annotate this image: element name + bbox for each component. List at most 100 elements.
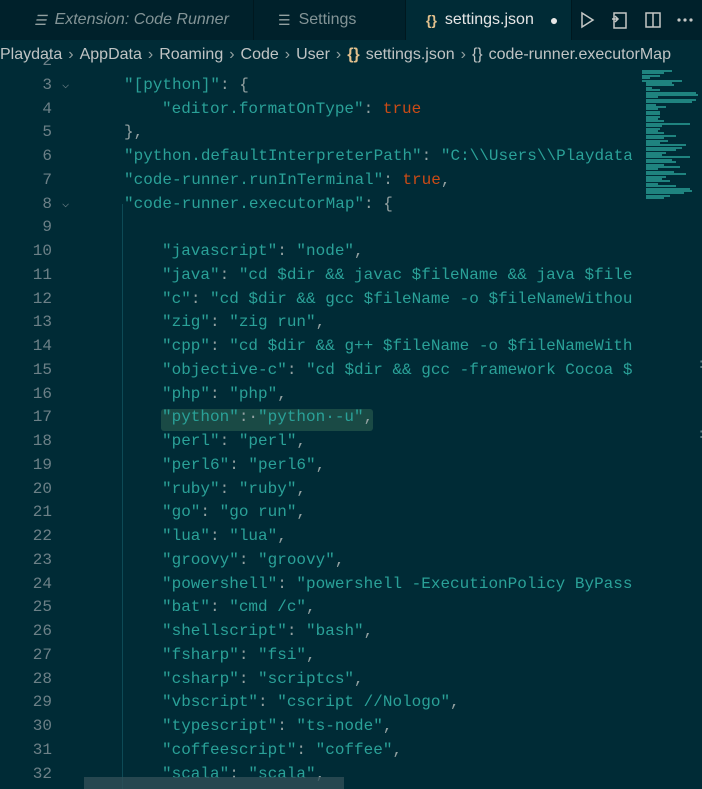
code-line[interactable]: 8 ⌵ "code-runner.executorMap": { bbox=[0, 192, 632, 216]
tab-extension-code-runner[interactable]: ☰ Extension: Code Runner bbox=[0, 0, 254, 40]
split-editor-icon[interactable] bbox=[644, 11, 662, 29]
code-line[interactable]: 5}, bbox=[0, 120, 632, 144]
code-line[interactable]: 15 "objective-c": "cd $dir && gcc -framew… bbox=[0, 358, 632, 382]
unsaved-dot-icon[interactable]: ● bbox=[550, 12, 558, 28]
code-line[interactable]: 2 "workbench.colorTheme": "Solarized Dark… bbox=[0, 57, 632, 73]
json-punctuation: : bbox=[238, 669, 259, 688]
line-number: 14 bbox=[32, 337, 52, 355]
code-text: "perl": "perl", bbox=[162, 429, 632, 453]
json-punctuation: , bbox=[315, 313, 326, 332]
json-string: "bash" bbox=[306, 622, 364, 640]
json-punctuation: , bbox=[277, 384, 287, 403]
json-punctuation: : bbox=[277, 242, 297, 260]
code-line[interactable]: 21 "go": "go run", bbox=[0, 500, 632, 524]
json-punctuation: , bbox=[296, 503, 307, 522]
line-number: 26 bbox=[32, 622, 52, 640]
json-key: "powershell" bbox=[162, 574, 278, 593]
json-punctuation: , bbox=[363, 408, 374, 427]
json-key: "java" bbox=[162, 265, 220, 284]
code-line[interactable]: 14 "cpp": "cd $dir && g++ $fileName -o $f… bbox=[0, 334, 632, 358]
json-key: "[python]" bbox=[124, 75, 221, 94]
line-number: 31 bbox=[32, 740, 52, 759]
tab-settings[interactable]: ☰ Settings bbox=[254, 0, 406, 40]
horizontal-scrollbar[interactable] bbox=[84, 777, 344, 789]
code-line[interactable]: 22 "lua": "lua", bbox=[0, 524, 632, 548]
code-text: "java": "cd $dir && javac $fileName && j… bbox=[162, 263, 632, 287]
json-key: "shellscript" bbox=[162, 622, 287, 640]
json-punctuation: , bbox=[440, 170, 451, 189]
overflow-marker: : bbox=[697, 357, 702, 373]
json-punctuation: : bbox=[219, 479, 239, 498]
json-punctuation: , bbox=[315, 455, 326, 474]
json-punctuation: : { bbox=[364, 194, 393, 213]
code-line[interactable]: 20 "ruby": "ruby", bbox=[0, 477, 632, 501]
more-actions-icon[interactable] bbox=[676, 11, 694, 29]
open-preview-icon[interactable] bbox=[610, 10, 630, 30]
code-line[interactable]: 28 "csharp": "scriptcs", bbox=[0, 667, 632, 691]
code-line[interactable]: 23 "groovy": "groovy", bbox=[0, 548, 632, 572]
code-text: "code-runner.runInTerminal": true, bbox=[124, 168, 632, 192]
code-line[interactable]: 9 bbox=[0, 215, 632, 239]
code-text: "zig": "zig run", bbox=[162, 310, 632, 334]
json-punctuation: : bbox=[210, 598, 230, 617]
json-punctuation: : bbox=[286, 622, 307, 640]
code-line[interactable]: 4 "editor.formatOnType": true bbox=[0, 97, 632, 121]
code-text: "python.defaultInterpreterPath": "C:\\Us… bbox=[124, 144, 632, 168]
line-number: 18 bbox=[32, 432, 52, 450]
json-key: "bat" bbox=[162, 598, 211, 617]
line-number: 9 bbox=[42, 218, 52, 237]
json-key: "zig" bbox=[162, 313, 211, 332]
code-line[interactable]: 10 "javascript": "node", bbox=[0, 239, 632, 263]
json-key: "go" bbox=[162, 503, 201, 522]
line-number: 3 bbox=[42, 75, 52, 94]
fold-chevron-icon[interactable]: ⌵ bbox=[62, 192, 76, 216]
json-punctuation: , bbox=[354, 669, 364, 688]
code-line[interactable]: 31 "coffeescript": "coffee", bbox=[0, 738, 632, 762]
code-line[interactable]: 11 "java": "cd $dir && javac $fileName &&… bbox=[0, 263, 632, 287]
json-key: "vbscript" bbox=[162, 693, 259, 712]
code-editor[interactable]: 2 "workbench.colorTheme": "Solarized Dark… bbox=[0, 57, 702, 789]
code-line[interactable]: 7 "code-runner.runInTerminal": true, bbox=[0, 168, 632, 192]
json-punctuation: , bbox=[306, 598, 316, 617]
line-number: 7 bbox=[42, 170, 52, 189]
code-line[interactable]: 3 ⌵ "[python]": { bbox=[0, 73, 632, 97]
json-punctuation: : bbox=[200, 503, 220, 522]
code-line[interactable]: 6 "python.defaultInterpreterPath": "C:\\U… bbox=[0, 144, 632, 168]
fold-chevron-icon[interactable]: ⌵ bbox=[62, 73, 76, 97]
json-punctuation: : bbox=[258, 693, 278, 712]
json-string: "node" bbox=[296, 242, 355, 260]
tab-label: Settings bbox=[298, 11, 357, 28]
code-line[interactable]: 12 "c": "cd $dir && gcc $fileName -o $fil… bbox=[0, 287, 632, 311]
line-number: 16 bbox=[32, 384, 52, 403]
code-line[interactable]: 16 "php": "php", bbox=[0, 382, 632, 406]
tab-settings-json[interactable]: {} settings.json ● bbox=[406, 0, 572, 40]
json-key: "perl6" bbox=[162, 455, 230, 474]
json-string: "cd $dir && gcc -framework Cocoa $ bbox=[306, 360, 632, 379]
run-icon[interactable] bbox=[578, 11, 596, 29]
code-text: "csharp": "scriptcs", bbox=[162, 667, 632, 691]
code-line[interactable]: 13 "zig": "zig run", bbox=[0, 310, 632, 334]
json-punctuation: , bbox=[296, 479, 307, 498]
json-punctuation: : bbox=[210, 527, 230, 545]
json-punctuation: : bbox=[421, 147, 441, 165]
line-number: 4 bbox=[42, 99, 52, 118]
code-line[interactable]: 26 "shellscript": "bash", bbox=[0, 619, 632, 643]
code-line[interactable]: 18 "perl": "perl", bbox=[0, 429, 632, 453]
code-line[interactable]: 27 "fsharp": "fsi", bbox=[0, 643, 632, 667]
minimap[interactable] bbox=[640, 70, 702, 210]
code-line[interactable]: 17 "python":·"python·-u", bbox=[0, 405, 632, 429]
json-key: "cpp" bbox=[162, 337, 211, 355]
json-key: "fsharp" bbox=[162, 645, 239, 664]
code-line[interactable]: 30 "typescript": "ts-node", bbox=[0, 714, 632, 738]
json-key: "perl" bbox=[162, 432, 220, 450]
code-line[interactable]: 19 "perl6": "perl6", bbox=[0, 453, 632, 477]
code-line[interactable]: 29 "vbscript": "cscript //Nologo", bbox=[0, 690, 632, 714]
json-punctuation: : bbox=[210, 384, 230, 403]
json-string: "cd $dir && gcc $fileName -o $fileNameWi… bbox=[210, 289, 632, 308]
code-line[interactable]: 24 "powershell": "powershell -ExecutionPo… bbox=[0, 572, 632, 596]
json-key: "editor.formatOnType" bbox=[162, 99, 364, 118]
json-string: "python·-u" bbox=[258, 408, 364, 427]
code-text: "c": "cd $dir && gcc $fileName -o $fileN… bbox=[162, 287, 632, 311]
code-line[interactable]: 25 "bat": "cmd /c", bbox=[0, 595, 632, 619]
line-number: 12 bbox=[32, 289, 52, 308]
